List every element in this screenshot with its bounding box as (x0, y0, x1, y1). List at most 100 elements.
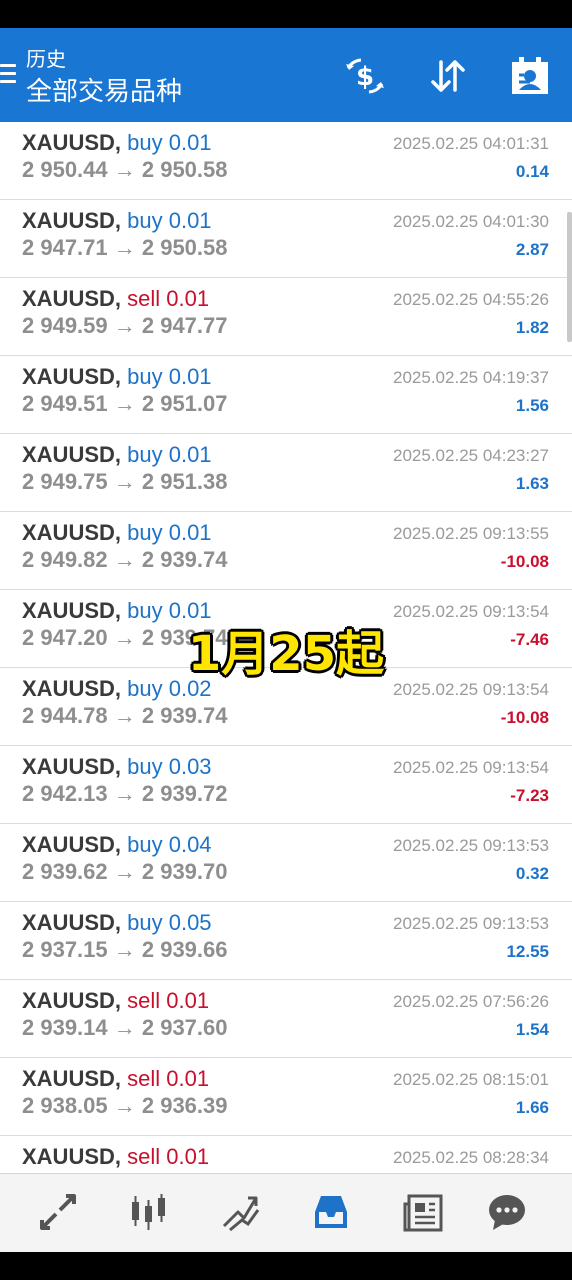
trade-direction: sell 0.01 (127, 988, 210, 1013)
trade-direction: buy 0.05 (127, 910, 212, 935)
history-icon[interactable] (306, 1188, 356, 1236)
trade-prices: 2 937.15 → 2 939.66 (22, 937, 228, 962)
trade-profit: 2.87 (515, 240, 549, 259)
menu-icon[interactable] (0, 62, 18, 88)
svg-text:$: $ (356, 62, 374, 92)
trade-profit: 1.82 (515, 318, 549, 337)
trade-time: 2025.02.25 09:13:54 (393, 602, 549, 621)
trade-history-list[interactable]: XAUUSD, buy 0.01 2 950.44 → 2 950.58 2025.… (0, 122, 572, 1214)
trade-direction: buy 0.01 (127, 520, 212, 545)
trade-prices: 2 939.62 → 2 939.70 (22, 859, 228, 884)
symbol-label: XAUUSD, (22, 130, 122, 155)
trade-time: 2025.02.25 09:13:53 (393, 914, 549, 933)
trade-prices: 2 942.13 → 2 939.72 (22, 781, 228, 806)
trade-profit: -7.46 (510, 630, 549, 649)
app-header: 历史 全部交易品种 $ (0, 28, 572, 122)
trade-prices: 2 949.82 → 2 939.74 (22, 547, 228, 572)
trade-time: 2025.02.25 04:19:37 (393, 368, 549, 387)
chat-icon[interactable] (482, 1188, 532, 1236)
trade-row[interactable]: XAUUSD, sell 0.01 2 949.59 → 2 947.77 2025… (0, 278, 572, 356)
symbol-label: XAUUSD, (22, 208, 122, 233)
trade-prices: 2 949.59 → 2 947.77 (22, 313, 228, 338)
trade-row[interactable]: XAUUSD, buy 0.01 2 947.71 → 2 950.58 2025.… (0, 200, 572, 278)
symbol-label: XAUUSD, (22, 832, 122, 857)
trade-profit: 1.63 (515, 474, 549, 493)
trade-time: 2025.02.25 08:28:34 (393, 1148, 549, 1167)
trade-symbol: XAUUSD, sell 0.01 (22, 1066, 209, 1092)
trade-symbol: XAUUSD, buy 0.02 (22, 676, 212, 702)
trade-profit: 1.66 (515, 1098, 549, 1117)
trade-profit: 1.54 (515, 1020, 549, 1039)
trade-row[interactable]: XAUUSD, buy 0.01 2 949.51 → 2 951.07 2025.… (0, 356, 572, 434)
trade-profit: 0.14 (515, 162, 549, 181)
sort-icon[interactable] (426, 54, 470, 98)
trade-prices: 2 947.20 → 2 939.74 (22, 625, 228, 650)
trade-prices: 2 950.44 → 2 950.58 (22, 157, 228, 182)
trade-row[interactable]: XAUUSD, buy 0.01 2 947.20 → 2 939.74 2025.… (0, 590, 572, 668)
trade-profit: 1.56 (515, 396, 549, 415)
trade-row[interactable]: XAUUSD, buy 0.01 2 949.82 → 2 939.74 2025.… (0, 512, 572, 590)
calendar-icon[interactable] (508, 54, 552, 98)
trade-symbol: XAUUSD, sell 0.01 (22, 286, 209, 312)
trade-profit: -10.08 (500, 552, 549, 571)
trade-row[interactable]: XAUUSD, buy 0.04 2 939.62 → 2 939.70 2025.… (0, 824, 572, 902)
trade-row[interactable]: XAUUSD, sell 0.01 2 939.14 → 2 937.60 2025… (0, 980, 572, 1058)
trade-prices: 2 939.14 → 2 937.60 (22, 1015, 228, 1040)
trade-profit: 0.32 (515, 864, 549, 883)
trade-direction: buy 0.01 (127, 598, 212, 623)
trade-direction: sell 0.01 (127, 1066, 210, 1091)
dollar-swap-icon[interactable]: $ (343, 54, 387, 98)
bottom-nav (0, 1173, 572, 1252)
trade-prices: 2 949.51 → 2 951.07 (22, 391, 228, 416)
trade-row[interactable]: XAUUSD, buy 0.05 2 937.15 → 2 939.66 2025.… (0, 902, 572, 980)
news-icon[interactable] (398, 1188, 448, 1236)
trade-icon[interactable] (215, 1188, 265, 1236)
trade-profit: -7.23 (510, 786, 549, 805)
trade-direction: buy 0.01 (127, 130, 212, 155)
trade-row[interactable]: XAUUSD, sell 0.01 2 938.05 → 2 936.39 2025… (0, 1058, 572, 1136)
trade-direction: buy 0.04 (127, 832, 212, 857)
symbol-filter[interactable]: 全部交易品种 (26, 75, 182, 107)
trade-symbol: XAUUSD, buy 0.01 (22, 520, 212, 546)
trade-time: 2025.02.25 08:15:01 (393, 1070, 549, 1089)
trade-direction: buy 0.01 (127, 208, 212, 233)
trade-row[interactable]: XAUUSD, buy 0.01 2 949.75 → 2 951.38 2025.… (0, 434, 572, 512)
trade-symbol: XAUUSD, buy 0.01 (22, 130, 212, 156)
trade-row[interactable]: XAUUSD, buy 0.01 2 950.44 → 2 950.58 2025.… (0, 122, 572, 200)
quotes-icon[interactable] (33, 1188, 83, 1236)
trade-direction: buy 0.02 (127, 676, 212, 701)
trade-time: 2025.02.25 09:13:55 (393, 524, 549, 543)
trade-time: 2025.02.25 07:56:26 (393, 992, 549, 1011)
trade-time: 2025.02.25 04:01:30 (393, 212, 549, 231)
trade-symbol: XAUUSD, buy 0.01 (22, 598, 212, 624)
trade-row[interactable]: XAUUSD, buy 0.03 2 942.13 → 2 939.72 2025.… (0, 746, 572, 824)
symbol-label: XAUUSD, (22, 910, 122, 935)
app-screen: 历史 全部交易品种 $ XAUUSD, buy 0.01 2 950.44 → … (0, 28, 572, 1252)
trade-direction: buy 0.01 (127, 364, 212, 389)
trade-direction: sell 0.01 (127, 1144, 210, 1169)
trade-time: 2025.02.25 09:13:54 (393, 680, 549, 699)
trade-prices: 2 947.71 → 2 950.58 (22, 235, 228, 260)
symbol-label: XAUUSD, (22, 676, 122, 701)
scrollbar[interactable] (567, 212, 572, 342)
symbol-label: XAUUSD, (22, 364, 122, 389)
symbol-label: XAUUSD, (22, 520, 122, 545)
trade-symbol: XAUUSD, buy 0.03 (22, 754, 212, 780)
chart-icon[interactable] (124, 1188, 174, 1236)
trade-symbol: XAUUSD, sell 0.01 (22, 988, 209, 1014)
trade-symbol: XAUUSD, buy 0.01 (22, 442, 212, 468)
trade-prices: 2 949.75 → 2 951.38 (22, 469, 228, 494)
trade-symbol: XAUUSD, buy 0.01 (22, 364, 212, 390)
trade-time: 2025.02.25 04:23:27 (393, 446, 549, 465)
symbol-label: XAUUSD, (22, 1066, 122, 1091)
symbol-label: XAUUSD, (22, 286, 122, 311)
trade-symbol: XAUUSD, buy 0.05 (22, 910, 212, 936)
trade-symbol: XAUUSD, buy 0.04 (22, 832, 212, 858)
trade-direction: buy 0.01 (127, 442, 212, 467)
trade-prices: 2 938.05 → 2 936.39 (22, 1093, 228, 1118)
trade-row[interactable]: XAUUSD, buy 0.02 2 944.78 → 2 939.74 2025.… (0, 668, 572, 746)
trade-profit: -10.08 (500, 708, 549, 727)
symbol-label: XAUUSD, (22, 988, 122, 1013)
trade-time: 2025.02.25 04:01:31 (393, 134, 549, 153)
symbol-label: XAUUSD, (22, 754, 122, 779)
